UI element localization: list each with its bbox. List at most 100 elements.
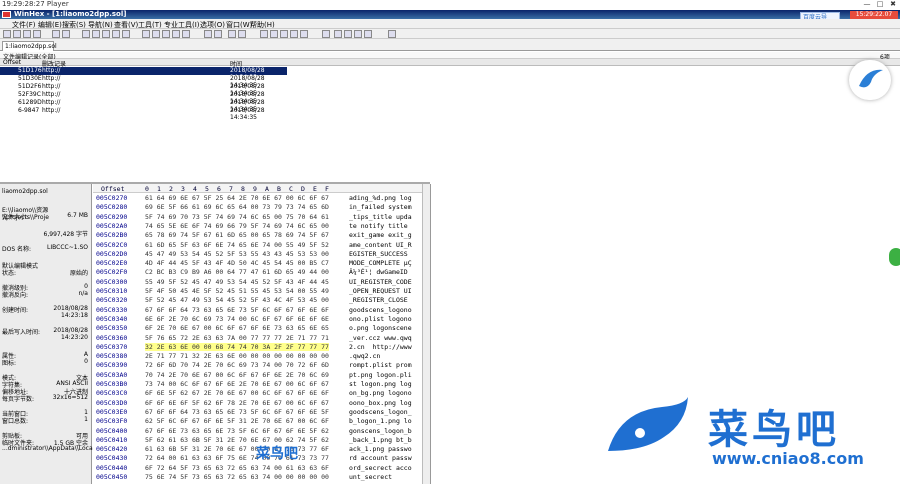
hex-row[interactable]: 005C0310 5F 4F 50 45 4E 5F 52 45 51 55 45… bbox=[93, 287, 430, 297]
hex-text[interactable]: .qwq2.cn bbox=[349, 352, 412, 360]
hex-row[interactable]: 005C0340 6E 6F 2E 70 6C 69 73 74 00 6C 6F… bbox=[93, 315, 430, 325]
disk-icon[interactable] bbox=[260, 30, 268, 38]
list-item[interactable]: 6-9847 http:// 2018/08/28 14:34:35 bbox=[0, 107, 287, 121]
hex-row[interactable]: 005C03D0 6F 6F 6E 6F 5F 62 6F 78 2E 70 6E… bbox=[93, 399, 430, 409]
side-plus-button[interactable] bbox=[889, 248, 900, 266]
forward-icon[interactable] bbox=[238, 30, 246, 38]
hex-text[interactable]: 2.cn http://www bbox=[349, 343, 412, 351]
hex-row[interactable]: 005C0380 2E 71 77 71 32 2E 63 6E 00 00 00… bbox=[93, 352, 430, 362]
hex-text[interactable]: ading_%d.png log bbox=[349, 194, 412, 202]
hex-row[interactable]: 005C0400 67 6F 6E 73 63 65 6E 73 5F 6C 6F… bbox=[93, 427, 430, 437]
hex-bytes[interactable]: 6E 6F 2E 70 6C 69 73 74 00 6C 6F 67 6F 6… bbox=[145, 315, 329, 323]
hex-row[interactable]: 005C0370 32 2E 63 6E 00 00 68 74 74 70 3A… bbox=[93, 342, 430, 353]
hex-bytes[interactable]: 6F 6F 6E 6F 5F 62 6F 78 2E 70 6E 67 00 6… bbox=[145, 399, 329, 407]
hex-row[interactable]: 005C02C0 61 6D 65 5F 63 6F 6E 74 65 6E 74… bbox=[93, 241, 430, 251]
play-icon[interactable] bbox=[344, 30, 352, 38]
hex-text[interactable]: in_failed system bbox=[349, 203, 412, 211]
hex-bytes[interactable]: 67 6F 6F 64 73 63 65 6E 73 5F 6C 6F 67 6… bbox=[145, 306, 329, 314]
list-item[interactable]: 51D30E http://2018/08/28 14:34:35 bbox=[0, 75, 287, 89]
hex-bytes[interactable]: 61 63 6B 5F 31 2E 70 6E 67 00 70 61 73 7… bbox=[145, 445, 329, 453]
hex-row[interactable]: 005C0320 5F 52 45 47 49 53 54 45 52 5F 43… bbox=[93, 296, 430, 306]
hex-text[interactable]: gonscens_logon_b bbox=[349, 427, 412, 435]
hex-text[interactable]: _REGISTER_CLOSE bbox=[349, 296, 412, 304]
hex-text[interactable]: te notify title bbox=[349, 222, 412, 230]
hex-bytes[interactable]: 62 5F 6C 6F 67 6F 6E 5F 31 2E 70 6E 67 0… bbox=[145, 417, 329, 425]
hex-row[interactable]: 005C02F0 C2 BC B3 C9 B9 A6 00 64 77 47 61… bbox=[93, 268, 430, 278]
hex-text[interactable]: ono.plist logono bbox=[349, 315, 412, 323]
calculator-icon[interactable] bbox=[280, 30, 288, 38]
hex-row[interactable]: 005C0330 67 6F 6F 64 73 63 65 6E 73 5F 6C… bbox=[93, 306, 430, 316]
hex-bytes[interactable]: 5F 4F 50 45 4E 5F 52 45 51 55 45 53 54 0… bbox=[145, 287, 329, 295]
hex-row[interactable]: 005C03F0 62 5F 6C 6F 67 6F 6E 5F 31 2E 70… bbox=[93, 417, 430, 427]
close-button[interactable]: ✖ bbox=[888, 0, 898, 8]
hex-bytes[interactable]: 55 49 5F 52 45 47 49 53 54 45 52 5F 43 4… bbox=[145, 278, 329, 286]
list-item[interactable]: 61289D http://2018/08/28 14:34:35 bbox=[0, 99, 287, 113]
hex-text[interactable]: _ver.ccz www.qwq bbox=[349, 334, 412, 342]
replace-text-icon[interactable] bbox=[162, 30, 170, 38]
hex-bytes[interactable]: 61 6D 65 5F 63 6F 6E 74 65 6E 74 00 55 4… bbox=[145, 241, 329, 249]
hex-row[interactable]: 005C0280 69 6E 5F 66 61 69 6C 65 64 00 73… bbox=[93, 203, 430, 213]
paste-icon[interactable] bbox=[102, 30, 110, 38]
replace-hex-icon[interactable] bbox=[172, 30, 180, 38]
hex-bytes[interactable]: 5F 76 65 72 2E 63 63 7A 00 77 77 77 2E 7… bbox=[145, 334, 329, 342]
hex-bytes[interactable]: 67 6F 6E 73 63 65 6E 73 5F 6C 6F 67 6F 6… bbox=[145, 427, 329, 435]
hex-text[interactable]: ord_secrect acco bbox=[349, 464, 412, 472]
hex-bytes[interactable]: 72 64 00 61 63 63 6F 75 6E 74 00 70 61 7… bbox=[145, 454, 329, 462]
list-item[interactable]: 52F39C http://2018/08/28 14:34:35 bbox=[0, 91, 287, 105]
hex-text[interactable]: unt_secrect bbox=[349, 473, 412, 481]
list-item[interactable]: 51D2F6 http://2018/08/28 14:34:35 bbox=[0, 83, 287, 97]
hex-text[interactable]: UI_REGISTER_CODE bbox=[349, 278, 412, 286]
copy-icon[interactable] bbox=[92, 30, 100, 38]
hex-bytes[interactable]: 6F 6E 5F 62 67 2E 70 6E 67 00 6C 6F 67 6… bbox=[145, 389, 329, 397]
hex-bytes[interactable]: 4D 4F 44 45 5F 43 4F 4D 50 4C 45 54 45 0… bbox=[145, 259, 329, 267]
hex-row[interactable]: 005C02D0 45 47 49 53 54 45 52 5F 53 55 43… bbox=[93, 250, 430, 260]
hex-text[interactable]: rompt.plist prom bbox=[349, 361, 412, 369]
hex-text[interactable]: goodscens_logono bbox=[349, 306, 412, 314]
undo-icon[interactable] bbox=[62, 30, 70, 38]
find-hex-icon[interactable] bbox=[152, 30, 160, 38]
find-again-icon[interactable] bbox=[182, 30, 190, 38]
feiyu-dock-widget[interactable] bbox=[849, 60, 891, 100]
hex-bytes[interactable]: 6F 2E 70 6E 67 00 6C 6F 67 6F 6E 73 63 6… bbox=[145, 324, 329, 332]
cut-icon[interactable] bbox=[82, 30, 90, 38]
stop-icon[interactable] bbox=[354, 30, 362, 38]
ram-icon[interactable] bbox=[270, 30, 278, 38]
hex-bytes[interactable]: 32 2E 63 6E 00 00 68 74 74 70 3A 2F 2F 7… bbox=[145, 342, 329, 351]
hex-row[interactable]: 005C03B0 73 74 00 6C 6F 67 6F 6E 2E 70 6E… bbox=[93, 380, 430, 390]
hex-text[interactable]: _OPEN_REQUEST UI bbox=[349, 287, 412, 295]
help-icon[interactable] bbox=[388, 30, 396, 38]
hex-bytes[interactable]: 75 6E 74 5F 73 65 63 72 65 63 74 00 00 0… bbox=[145, 473, 329, 481]
hex-text[interactable]: b_logon_1.png lo bbox=[349, 417, 412, 425]
hex-scrollbar[interactable] bbox=[422, 184, 430, 484]
hex-bytes[interactable]: 61 64 69 6E 67 5F 25 64 2E 70 6E 67 00 6… bbox=[145, 194, 329, 202]
hex-bytes[interactable]: 65 78 69 74 5F 67 61 6D 65 00 65 78 69 7… bbox=[145, 231, 329, 239]
hex-bytes[interactable]: 5F 52 45 47 49 53 54 45 52 5F 43 4C 4F 5… bbox=[145, 296, 329, 304]
back-icon[interactable] bbox=[228, 30, 236, 38]
hex-row[interactable]: 005C0300 55 49 5F 52 45 47 49 53 54 45 52… bbox=[93, 278, 430, 288]
hex-editor[interactable]: Offset 0123456789ABCDEF 005C0270 61 64 69… bbox=[93, 184, 430, 484]
hex-bytes[interactable]: 5F 74 69 70 73 5F 74 69 74 6C 65 00 75 7… bbox=[145, 213, 329, 221]
compare-icon[interactable] bbox=[300, 30, 308, 38]
goto-page-icon[interactable] bbox=[214, 30, 222, 38]
hex-text[interactable]: oono_box.png log bbox=[349, 399, 412, 407]
hex-text[interactable]: EGISTER_SUCCESS bbox=[349, 250, 412, 258]
hex-row[interactable]: 005C03E0 67 6F 6F 64 73 63 65 6E 73 5F 6C… bbox=[93, 408, 430, 418]
hex-text[interactable]: ack_1.png passwo bbox=[349, 445, 412, 453]
hex-bytes[interactable]: 2E 71 77 71 32 2E 63 6E 00 00 00 00 00 0… bbox=[145, 352, 329, 360]
hex-row[interactable]: 005C0290 5F 74 69 70 73 5F 74 69 74 6C 65… bbox=[93, 213, 430, 223]
hex-text[interactable]: pt.png logon.pli bbox=[349, 371, 412, 379]
hex-bytes[interactable]: 70 74 2E 70 6E 67 00 6C 6F 67 6F 6E 2E 7… bbox=[145, 371, 329, 379]
hex-text[interactable]: exit_game exit_g bbox=[349, 231, 412, 239]
hex-row[interactable]: 005C03C0 6F 6E 5F 62 67 2E 70 6E 67 00 6C… bbox=[93, 389, 430, 399]
open-file-icon[interactable] bbox=[13, 30, 21, 38]
col-offset[interactable]: Offset bbox=[3, 59, 21, 66]
hex-bytes[interactable]: C2 BC B3 C9 B9 A6 00 64 77 47 61 6D 65 4… bbox=[145, 268, 329, 276]
hex-text[interactable]: _tips_title upda bbox=[349, 213, 412, 221]
fill-icon[interactable] bbox=[122, 30, 130, 38]
hex-bytes[interactable]: 67 6F 6F 64 73 63 65 6E 73 5F 6C 6F 67 6… bbox=[145, 408, 329, 416]
hex-row[interactable]: 005C0350 6F 2E 70 6E 67 00 6C 6F 67 6F 6E… bbox=[93, 324, 430, 334]
find-text-icon[interactable] bbox=[142, 30, 150, 38]
save-icon[interactable] bbox=[23, 30, 31, 38]
hex-row[interactable]: 005C0360 5F 76 65 72 2E 63 63 7A 00 77 77… bbox=[93, 334, 430, 344]
hex-row[interactable]: 005C03A0 70 74 2E 70 6E 67 00 6C 6F 67 6F… bbox=[93, 371, 430, 381]
